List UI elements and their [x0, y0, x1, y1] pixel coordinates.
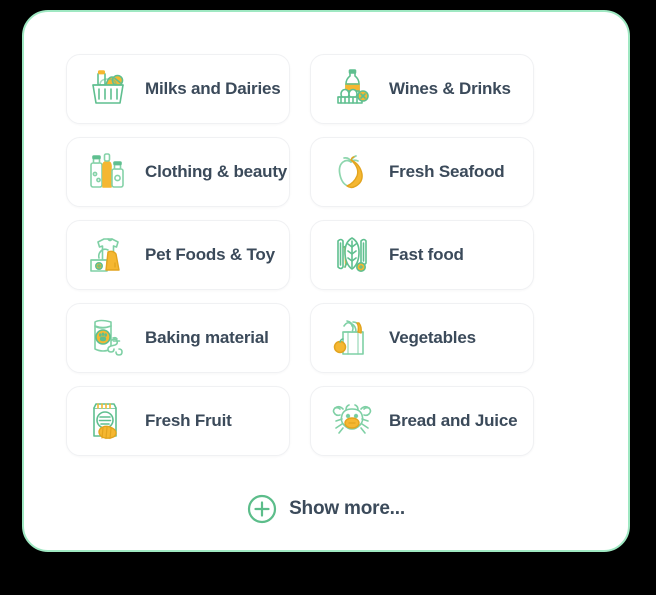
category-label: Bread and Juice	[389, 411, 518, 430]
category-label: Baking material	[145, 328, 269, 347]
category-label: Fast food	[389, 245, 464, 264]
show-more-button[interactable]: Show more...	[24, 494, 628, 524]
category-label: Pet Foods & Toy	[145, 245, 275, 264]
category-label: Vegetables	[389, 328, 476, 347]
bottles-icon	[85, 149, 131, 195]
bread-package-icon	[85, 398, 131, 444]
category-card-bread-and-juice[interactable]: Bread and Juice	[310, 386, 534, 456]
category-card-milks-and-dairies[interactable]: Milks and Dairies	[66, 54, 290, 124]
grocery-bag-icon	[329, 315, 375, 361]
category-label: Fresh Fruit	[145, 411, 232, 430]
category-card-fresh-fruit[interactable]: Fresh Fruit	[66, 386, 290, 456]
category-card-pet-foods-and-toy[interactable]: Pet Foods & Toy	[66, 220, 290, 290]
apple-banana-icon	[329, 149, 375, 195]
bottle-and-eggs-icon	[329, 66, 375, 112]
crab-icon	[329, 398, 375, 444]
category-card-fresh-seafood[interactable]: Fresh Seafood	[310, 137, 534, 207]
grocery-basket-icon	[85, 66, 131, 112]
category-card-fast-food[interactable]: Fast food	[310, 220, 534, 290]
show-more-label: Show more...	[289, 498, 405, 519]
clothing-icon	[85, 232, 131, 278]
plus-circle-icon	[247, 494, 277, 524]
category-card-wines-and-drinks[interactable]: Wines & Drinks	[310, 54, 534, 124]
category-label: Wines & Drinks	[389, 79, 511, 98]
category-panel: Milks and Dairies Wines & Drinks Clothin…	[22, 10, 630, 552]
vegetables-icon	[329, 232, 375, 278]
category-label: Milks and Dairies	[145, 79, 281, 98]
category-card-vegetables[interactable]: Vegetables	[310, 303, 534, 373]
pet-food-bag-icon	[85, 315, 131, 361]
category-card-clothing-and-beauty[interactable]: Clothing & beauty	[66, 137, 290, 207]
category-label: Clothing & beauty	[145, 162, 288, 181]
category-grid: Milks and Dairies Wines & Drinks Clothin…	[66, 54, 590, 456]
category-label: Fresh Seafood	[389, 162, 505, 181]
category-card-baking-material[interactable]: Baking material	[66, 303, 290, 373]
